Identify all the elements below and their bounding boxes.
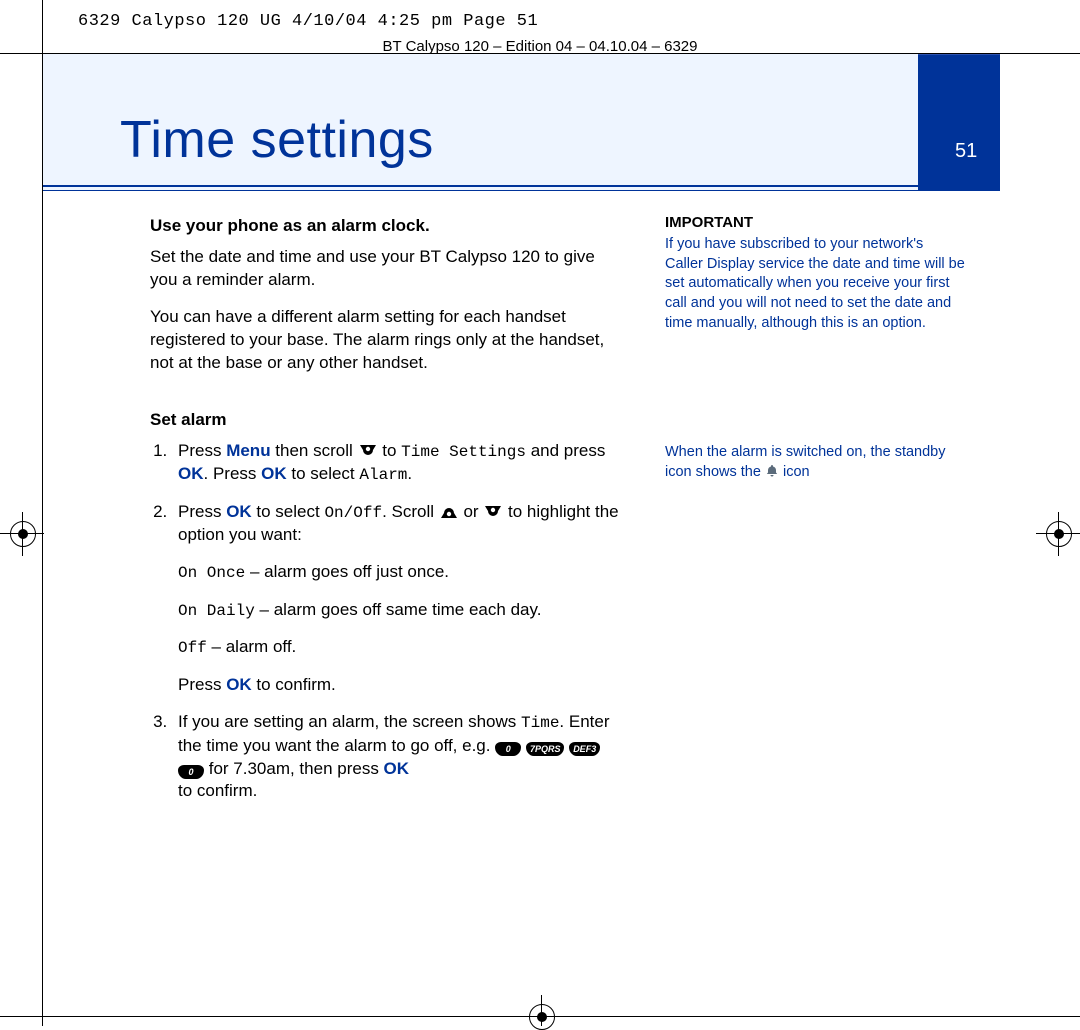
option-line: Off – alarm off. bbox=[178, 636, 620, 660]
keypad-key-7: 7PQRS bbox=[526, 742, 565, 756]
step-text: Press bbox=[178, 441, 226, 460]
scroll-down-icon bbox=[483, 504, 503, 520]
display-text: On Daily bbox=[178, 602, 255, 620]
display-text: Off bbox=[178, 639, 207, 657]
option-line: On Daily – alarm goes off same time each… bbox=[178, 599, 620, 623]
bell-icon bbox=[765, 464, 779, 478]
step-text: or bbox=[459, 502, 484, 521]
body-paragraph: You can have a different alarm setting f… bbox=[150, 306, 620, 375]
step-text: to select bbox=[252, 502, 325, 521]
option-line: On Once – alarm goes off just once. bbox=[178, 561, 620, 585]
step-item: If you are setting an alarm, the screen … bbox=[172, 711, 620, 803]
step-item: Press Menu then scroll to Time Settings … bbox=[172, 440, 620, 487]
step-text: to select bbox=[287, 464, 360, 483]
main-column: Use your phone as an alarm clock. Set th… bbox=[150, 215, 620, 817]
step-text: to confirm. bbox=[252, 675, 336, 694]
step-text: for 7.30am, then press bbox=[204, 759, 384, 778]
softkey-label: OK bbox=[261, 464, 287, 483]
softkey-label: OK bbox=[226, 675, 252, 694]
display-text: Alarm bbox=[359, 466, 407, 484]
reg-mark bbox=[1054, 529, 1064, 539]
option-text: – alarm goes off same time each day. bbox=[255, 600, 542, 619]
step-text: then scroll bbox=[271, 441, 358, 460]
softkey-label: Menu bbox=[226, 441, 270, 460]
numbered-steps: Press Menu then scroll to Time Settings … bbox=[150, 440, 620, 804]
display-text: Time Settings bbox=[401, 443, 526, 461]
display-text: Time bbox=[521, 714, 559, 732]
page-title: Time settings bbox=[120, 110, 434, 170]
keypad-key-0: 0 bbox=[495, 742, 521, 756]
side-note-text: icon bbox=[779, 464, 810, 480]
option-text: – alarm off. bbox=[207, 637, 296, 656]
softkey-label: OK bbox=[178, 464, 204, 483]
page-number: 51 bbox=[955, 140, 977, 163]
keypad-key-0: 0 bbox=[178, 765, 204, 779]
reg-mark bbox=[18, 529, 28, 539]
step-text: Press OK to confirm. bbox=[178, 674, 620, 697]
option-text: – alarm goes off just once. bbox=[245, 562, 449, 581]
side-column: IMPORTANT If you have subscribed to your… bbox=[665, 213, 965, 333]
title-banner-underline bbox=[43, 185, 1000, 187]
step-text: . bbox=[407, 464, 412, 483]
step-text: and press bbox=[526, 441, 605, 460]
reg-mark bbox=[537, 1012, 547, 1022]
body-paragraph: Set the date and time and use your BT Ca… bbox=[150, 246, 620, 292]
softkey-label: OK bbox=[384, 759, 410, 778]
step-text: . Press bbox=[204, 464, 262, 483]
section-heading: Use your phone as an alarm clock. bbox=[150, 215, 620, 238]
step-text: Press bbox=[178, 502, 226, 521]
step-text: to bbox=[378, 441, 402, 460]
step-item: Press OK to select On/Off. Scroll or to … bbox=[172, 501, 620, 697]
display-text: On Once bbox=[178, 564, 245, 582]
softkey-label: OK bbox=[226, 502, 252, 521]
display-text: On/Off bbox=[324, 504, 382, 522]
keypad-key-3: DEF3 bbox=[569, 742, 600, 756]
section-heading: Set alarm bbox=[150, 409, 620, 432]
step-text: Press bbox=[178, 675, 226, 694]
step-text: to confirm. bbox=[178, 781, 257, 800]
step-text: If you are setting an alarm, the screen … bbox=[178, 712, 521, 731]
step-text: . Scroll bbox=[382, 502, 439, 521]
scroll-up-icon bbox=[439, 504, 459, 520]
side-note-text: If you have subscribed to your network's… bbox=[665, 235, 965, 333]
side-heading: IMPORTANT bbox=[665, 213, 965, 233]
side-note: When the alarm is switched on, the stand… bbox=[665, 443, 965, 482]
print-slug: 6329 Calypso 120 UG 4/10/04 4:25 pm Page… bbox=[78, 12, 538, 31]
scroll-down-icon bbox=[358, 443, 378, 459]
